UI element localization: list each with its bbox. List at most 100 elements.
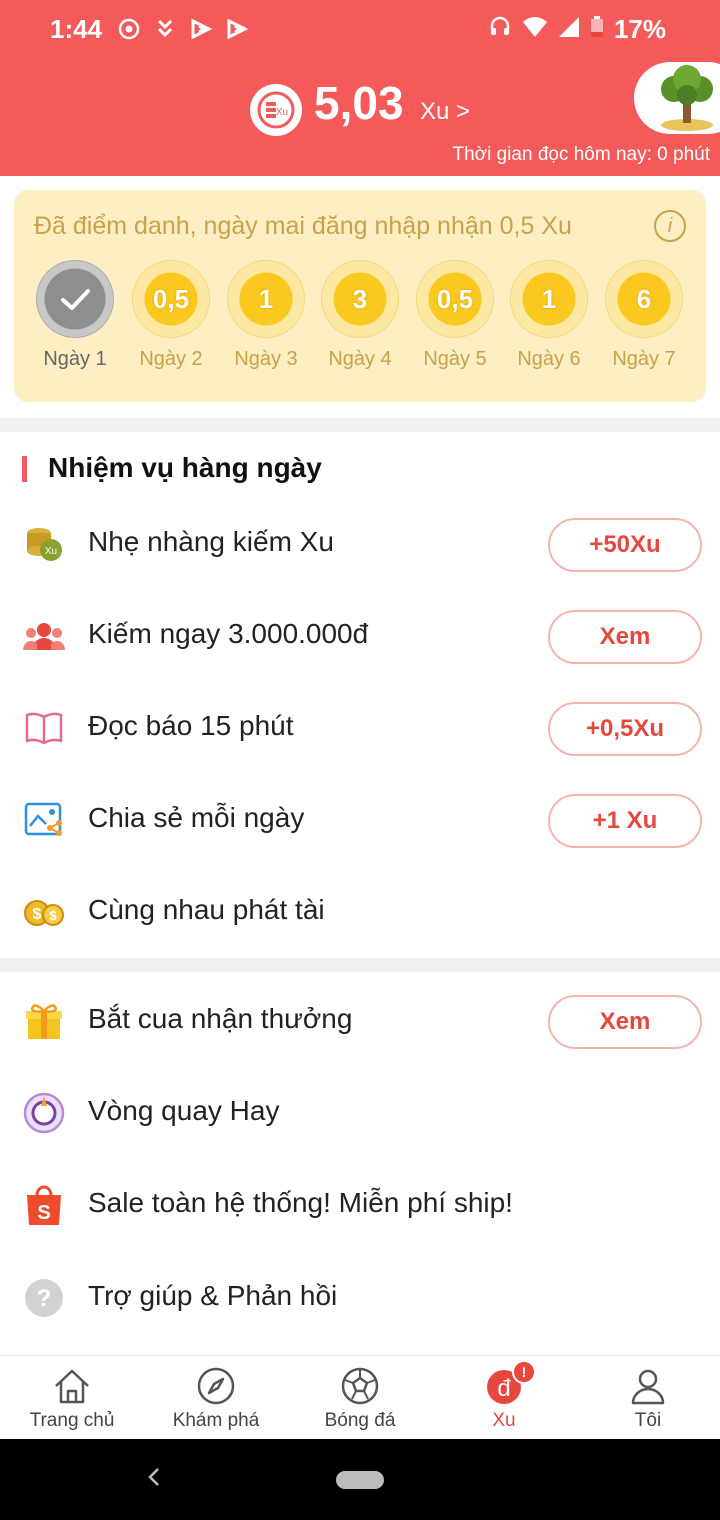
svg-text:$: $ (49, 908, 57, 923)
tab-home[interactable]: Trang chủ (0, 1364, 144, 1432)
money-tree-button[interactable] (634, 62, 720, 134)
svg-text:đ: đ (497, 1375, 511, 1402)
svg-text:Xu: Xu (276, 107, 288, 118)
extra-row[interactable]: Bắt cua nhận thưởng Xem (0, 973, 720, 1065)
task-row[interactable]: Đọc báo 15 phút +0,5Xu (0, 680, 720, 772)
extra-row[interactable]: S Sale toàn hệ thống! Miễn phí ship! (0, 1157, 720, 1249)
notification-app-icon (224, 16, 250, 42)
checkin-day-label: Ngày 6 (517, 348, 581, 370)
checkin-day-label: Ngày 7 (612, 348, 676, 370)
task-row[interactable]: Xu Nhẹ nhàng kiếm Xu +50Xu (0, 496, 720, 588)
coin-reward: 6 (605, 260, 683, 338)
tab-label: Xu (492, 1410, 516, 1431)
checkin-day-label: Ngày 4 (328, 348, 392, 370)
notification-badge: ! (512, 1360, 536, 1384)
coin-reward: 1 (227, 260, 305, 338)
notification-icons (116, 16, 250, 42)
checkin-day-label: Ngày 2 (139, 348, 203, 370)
battery-icon (590, 14, 604, 45)
tab-explore[interactable]: Khám phá (144, 1364, 288, 1432)
football-icon (338, 1364, 382, 1408)
svg-text:?: ? (37, 1285, 52, 1312)
checkin-day: Ngày 1 (20, 260, 130, 371)
back-icon[interactable] (146, 1465, 162, 1496)
extra-label: Trợ giúp & Phản hồi (88, 1280, 338, 1311)
help-icon: ? (22, 1278, 66, 1318)
share-image-icon (22, 800, 66, 840)
claim-button[interactable]: +1 Xu (548, 794, 702, 848)
gold-coins-icon: $ $ (22, 892, 66, 932)
svg-text:Xu: Xu (45, 546, 57, 557)
signal-icon (558, 14, 580, 45)
tab-label: Trang chủ (29, 1410, 115, 1431)
checkin-day: 3 Ngày 4 (305, 260, 415, 371)
shopping-bag-icon: S (22, 1185, 66, 1225)
extra-label: Bắt cua nhận thưởng (88, 1003, 353, 1034)
home-pill[interactable] (336, 1471, 384, 1489)
home-icon (50, 1364, 94, 1408)
extra-label: Sale toàn hệ thống! Miễn phí ship! (88, 1187, 513, 1218)
section-divider (0, 418, 720, 432)
coin-reward: 0,5 (416, 260, 494, 338)
coin-unit-link[interactable]: Xu > (420, 98, 470, 126)
book-icon (22, 708, 66, 748)
coin-reward: 0,5 (132, 260, 210, 338)
coin-stack-icon: Xu (22, 524, 66, 564)
task-row[interactable]: Kiếm ngay 3.000.000đ Xem (0, 588, 720, 680)
task-label: Cùng nhau phát tài (88, 894, 325, 925)
task-row[interactable]: Chia sẻ mỗi ngày +1 Xu (0, 772, 720, 864)
claim-button[interactable]: +0,5Xu (548, 702, 702, 756)
task-label: Kiếm ngay 3.000.000đ (88, 618, 369, 649)
checkin-card: Đã điểm danh, ngày mai đăng nhập nhận 0,… (14, 190, 706, 402)
extra-row[interactable]: ? Trợ giúp & Phản hồi (0, 1250, 720, 1342)
battery-percent: 17% (613, 14, 666, 44)
checkin-day-label: Ngày 1 (43, 348, 107, 370)
task-label: Chia sẻ mỗi ngày (88, 802, 305, 833)
view-button[interactable]: Xem (548, 995, 702, 1049)
svg-text:S: S (37, 1202, 50, 1224)
money-tree-icon (661, 65, 713, 131)
people-icon (22, 616, 66, 656)
extra-row[interactable]: Vòng quay Hay (0, 1065, 720, 1157)
tab-label: Khám phá (172, 1410, 260, 1431)
claim-button[interactable]: +50Xu (548, 518, 702, 572)
status-time: 1:44 (50, 14, 103, 44)
wifi-icon (522, 14, 548, 45)
checkin-day: 6 Ngày 7 (589, 260, 699, 371)
system-navigation-bar (0, 1439, 720, 1520)
gift-icon (22, 1001, 66, 1041)
coin-reward: 3 (321, 260, 399, 338)
system-status: 17% (488, 14, 666, 45)
checkmark-icon (36, 260, 114, 338)
bottom-tab-bar: Trang chủ Khám phá Bóng đá đ ! Xu Tôi (0, 1355, 720, 1439)
user-icon (626, 1364, 670, 1408)
svg-text:$: $ (33, 906, 42, 923)
task-label: Đọc báo 15 phút (88, 710, 294, 741)
wheel-icon (22, 1092, 66, 1134)
section-title: Nhiệm vụ hàng ngày (22, 452, 322, 484)
checkin-day: 0,5 Ngày 2 (116, 260, 226, 371)
notification-app-icon (152, 16, 178, 42)
notification-app-icon (188, 16, 214, 42)
tab-football[interactable]: Bóng đá (288, 1364, 432, 1432)
tab-label: Bóng đá (324, 1410, 396, 1431)
checkin-day: 1 Ngày 6 (494, 260, 604, 371)
xu-coin-icon: Xu (250, 84, 302, 136)
status-bar: 1:44 17% (0, 0, 720, 60)
view-button[interactable]: Xem (548, 610, 702, 664)
tab-xu[interactable]: đ ! Xu (432, 1360, 576, 1432)
coin-balance[interactable]: 5,03 (314, 76, 404, 130)
tab-label: Tôi (634, 1410, 662, 1431)
balance-header: Xu 5,03 Xu > Thời gian đọc hôm nay: 0 ph… (0, 60, 720, 176)
today-reading-time: Thời gian đọc hôm nay: 0 phút (452, 144, 710, 165)
task-row[interactable]: $ $ Cùng nhau phát tài (0, 864, 720, 956)
coin-reward: 1 (510, 260, 588, 338)
task-label: Nhẹ nhàng kiếm Xu (88, 526, 334, 557)
compass-icon (194, 1364, 238, 1408)
notification-app-icon (116, 16, 142, 42)
extra-label: Vòng quay Hay (88, 1095, 280, 1126)
tab-profile[interactable]: Tôi (576, 1364, 720, 1432)
info-icon[interactable]: i (654, 210, 686, 242)
section-divider (0, 958, 720, 972)
checkin-title: Đã điểm danh, ngày mai đăng nhập nhận 0,… (34, 212, 572, 240)
